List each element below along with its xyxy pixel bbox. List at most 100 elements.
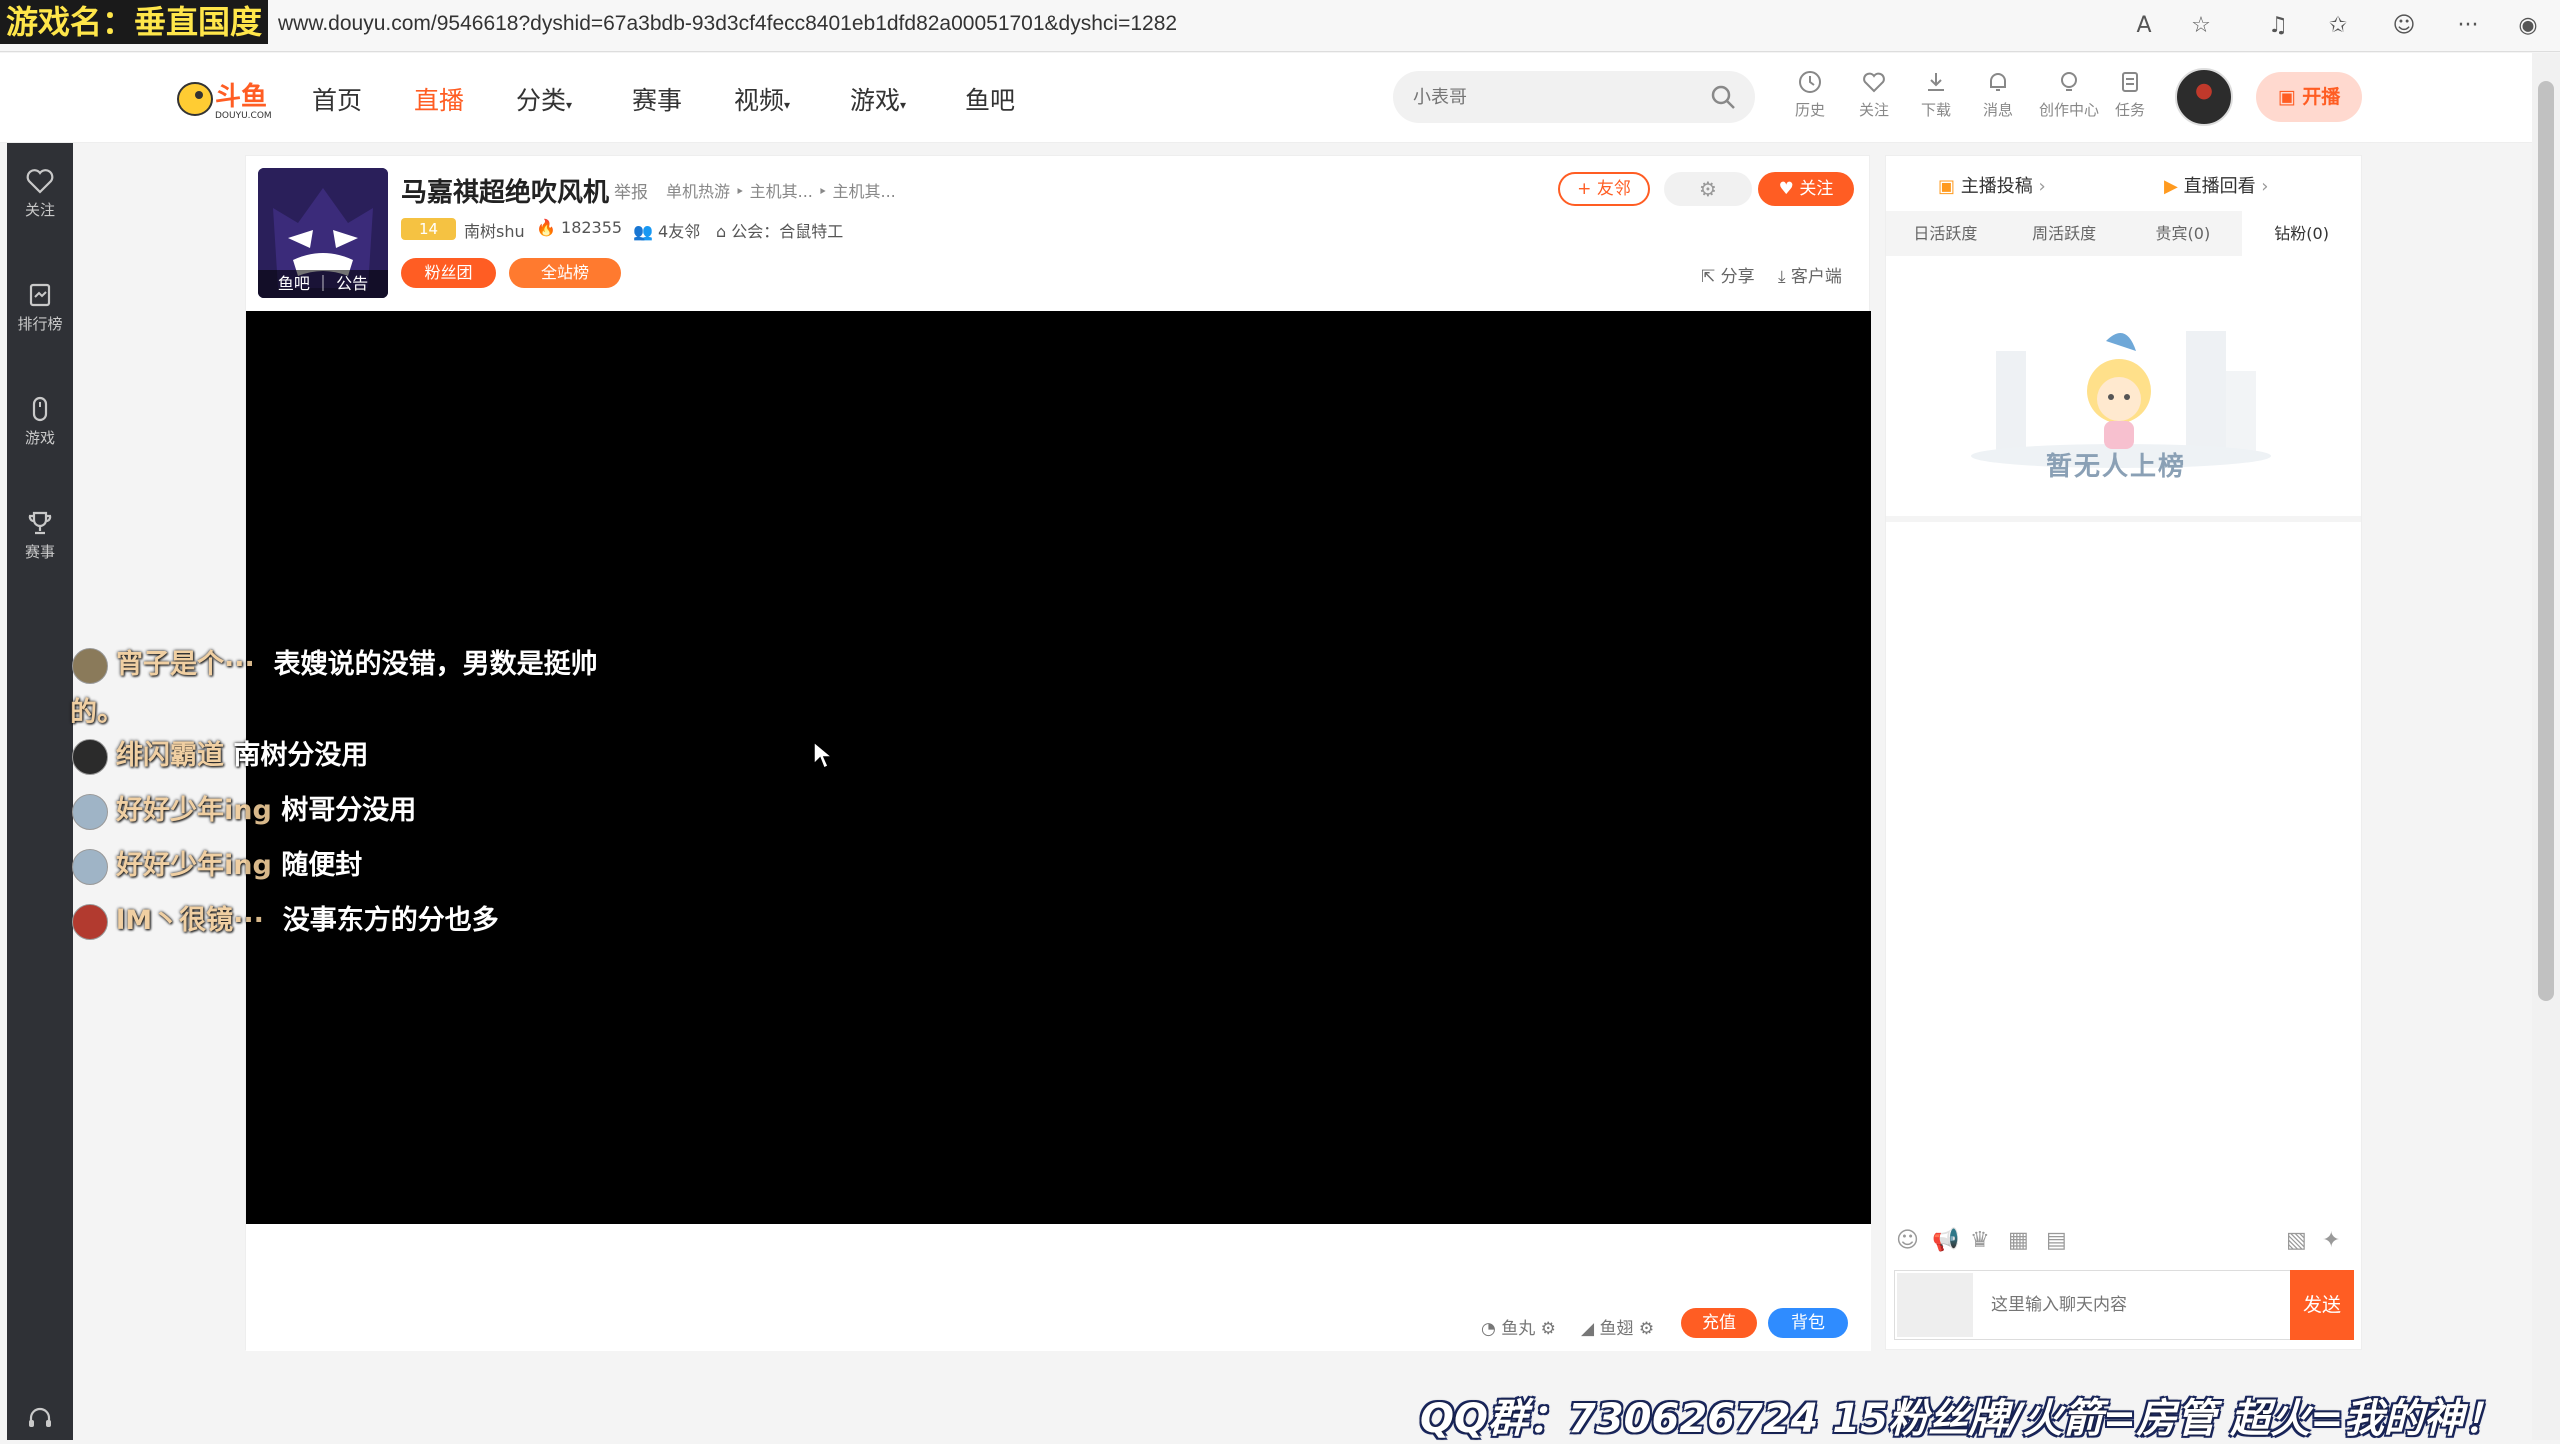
copilot-icon[interactable]: ◉ <box>2512 10 2544 42</box>
streamer-name[interactable]: 南树shu <box>464 218 525 242</box>
tab-weekly-activity[interactable]: 周活跃度 <box>2005 211 2124 256</box>
nav-video[interactable]: 视频▾ <box>734 81 790 117</box>
send-button[interactable]: 发送 <box>2290 1270 2354 1340</box>
fan-club-button[interactable]: 粉丝团 <box>401 258 496 288</box>
tab-diamond-fans[interactable]: 钻粉(0) <box>2242 211 2361 256</box>
download-icon: ⤓ <box>1778 267 1791 287</box>
message-button[interactable]: 消息 <box>1968 69 2028 120</box>
top-navigation: 斗鱼 DOUYU.COM 首页 直播 分类▾ 赛事 视频▾ 游戏▾ 鱼吧 历史 … <box>0 53 2560 143</box>
room-avatar[interactable]: 鱼吧 ｜ 公告 <box>258 168 388 298</box>
video-player[interactable] <box>246 311 1871 1224</box>
chat-input[interactable] <box>1991 1277 2271 1333</box>
share-button[interactable]: ⇱ 分享 <box>1701 262 1755 287</box>
broadcast-icon[interactable]: 📢 <box>1932 1228 1959 1254</box>
danmaku-avatar <box>72 793 108 830</box>
client-label: 客户端 <box>1790 267 1842 287</box>
task-label: 任务 <box>2114 101 2145 119</box>
ranking-icon <box>29 283 51 307</box>
nav-fishbar[interactable]: 鱼吧 <box>965 81 1015 117</box>
nav-games[interactable]: 游戏▾ <box>850 81 906 117</box>
nav-live[interactable]: 直播 <box>414 81 464 117</box>
search-icon[interactable] <box>1709 83 1737 111</box>
sidebar-item-follow[interactable]: 关注 <box>7 167 73 220</box>
follow-button[interactable]: ♥ 关注 <box>1758 172 1854 206</box>
message-icon <box>1990 73 2006 91</box>
sidebar-item-ranking[interactable]: 排行榜 <box>7 281 73 334</box>
favorite-star-icon[interactable]: ☆ <box>2185 10 2217 42</box>
empty-rank-text: 暂无人上榜 <box>2046 452 2187 482</box>
nav-events[interactable]: 赛事 <box>632 81 682 117</box>
go-live-button[interactable]: ▣ 开播 <box>2256 72 2362 122</box>
tab-daily-activity[interactable]: 日活跃度 <box>1886 211 2005 256</box>
fish-ball-balance[interactable]: ◔ 鱼丸 ⚙ <box>1481 1314 1556 1339</box>
danmaku-text: 的。 <box>70 697 124 728</box>
browser-address-bar: www.douyu.com/9546618?dyshid=67a3bdb-93d… <box>0 0 2560 52</box>
extension-icon[interactable]: ♫ <box>2262 10 2294 42</box>
fan-badge-icon[interactable]: ▦ <box>2008 1228 2034 1254</box>
url-field[interactable]: www.douyu.com/9546618?dyshid=67a3bdb-93d… <box>278 12 1177 36</box>
danmaku-user: lM丶很镜··· <box>116 905 264 936</box>
more-menu-icon[interactable]: ··· <box>2452 10 2484 42</box>
creator-center-button[interactable]: 创作中心 <box>2034 69 2104 120</box>
fish-wing-balance[interactable]: ◢ 鱼翅 ⚙ <box>1581 1314 1654 1339</box>
backpack-button[interactable]: 背包 <box>1768 1308 1848 1338</box>
anchor-submissions-link[interactable]: ▣ 主播投稿 › <box>1938 172 2046 198</box>
category-breadcrumb[interactable]: 单机热游 ‣ 主机其... ‣ 主机其... <box>666 178 896 202</box>
chat-message-area[interactable] <box>1886 522 2361 1210</box>
video-icon: ▶ <box>2164 176 2184 197</box>
search-input[interactable] <box>1413 84 1703 110</box>
share-label: 分享 <box>1720 267 1755 287</box>
sidebar-item-events[interactable]: 赛事 <box>7 509 73 562</box>
danmaku-text: 树哥分没用 <box>281 795 417 826</box>
chat-badge-thumbnail[interactable] <box>1897 1273 1973 1337</box>
report-link[interactable]: 举报 <box>614 178 648 203</box>
heart-icon: ♥ <box>1778 179 1800 199</box>
read-aloud-icon[interactable]: A <box>2128 10 2160 42</box>
user-avatar[interactable] <box>2175 68 2233 126</box>
camera-icon: ▣ <box>2277 86 2303 108</box>
guild-value: 公会：合鼠特工 <box>731 222 844 241</box>
room-avatar-links[interactable]: 鱼吧 ｜ 公告 <box>258 270 388 298</box>
friend-count[interactable]: 👥 4友邻 <box>633 218 700 242</box>
douyu-logo[interactable]: 斗鱼 DOUYU.COM <box>175 75 285 121</box>
card-icon[interactable]: ▤ <box>2046 1228 2072 1254</box>
task-button[interactable]: 任务 <box>2100 69 2160 120</box>
danmaku-user: 宵子是个··· <box>116 649 255 680</box>
add-friend-button[interactable]: + 友邻 <box>1558 172 1650 206</box>
history-button[interactable]: 历史 <box>1780 69 1840 120</box>
settings-gear-icon[interactable]: ⚙ <box>1664 172 1752 206</box>
emoji-icon[interactable]: ☺ <box>1896 1228 1922 1254</box>
rank-tabs: 日活跃度 周活跃度 贵宾(0) 钻粉(0) <box>1886 211 2361 256</box>
tab-vip[interactable]: 贵宾(0) <box>2124 211 2243 256</box>
danmaku-settings-icon[interactable]: ▧ <box>2286 1228 2312 1254</box>
scrollbar-thumb[interactable] <box>2538 81 2554 1001</box>
site-rank-button[interactable]: 全站榜 <box>509 258 621 288</box>
dropdown-icon: ▾ <box>784 98 791 112</box>
danmaku-text: 南树分没用 <box>233 740 369 771</box>
svg-text:DOUYU.COM: DOUYU.COM <box>215 111 272 121</box>
danmaku-avatar <box>72 848 108 885</box>
client-download-button[interactable]: ⤓ 客户端 <box>1778 262 1842 287</box>
danmaku-item: 绯闪霸道 南树分没用 <box>72 733 368 775</box>
profile-icon[interactable]: ☺ <box>2388 10 2420 42</box>
favorites-icon[interactable]: ✩ <box>2322 10 2354 42</box>
search-box <box>1393 71 1755 123</box>
chevron-right-icon: › <box>2255 176 2269 197</box>
guild-info[interactable]: ⌂ 公会：合鼠特工 <box>716 218 843 242</box>
live-room-card: 鱼吧 ｜ 公告 马嘉祺超绝吹风机 举报 单机热游 ‣ 主机其... ‣ 主机其.… <box>245 155 1871 1351</box>
sidebar-item-games[interactable]: 游戏 <box>7 395 73 448</box>
refresh-icon: ⚙ <box>1638 1319 1655 1339</box>
danmaku-user: 好好少年ing <box>116 850 272 881</box>
replay-link[interactable]: ▶ 直播回看 › <box>2164 172 2269 198</box>
noble-crown-icon[interactable]: ♛ <box>1970 1228 1996 1254</box>
pin-icon[interactable]: ✦ <box>2322 1228 2348 1254</box>
page-scrollbar[interactable] <box>2532 53 2560 1440</box>
sidebar-item-support[interactable] <box>7 1405 73 1435</box>
nav-category[interactable]: 分类▾ <box>516 81 572 117</box>
nav-home[interactable]: 首页 <box>312 81 362 117</box>
download-button[interactable]: 下载 <box>1906 69 1966 120</box>
go-live-label: 开播 <box>2302 86 2341 108</box>
recharge-button[interactable]: 充值 <box>1681 1308 1757 1338</box>
nav-games-label: 游戏 <box>850 86 901 115</box>
follow-nav-button[interactable]: 关注 <box>1844 69 1904 120</box>
